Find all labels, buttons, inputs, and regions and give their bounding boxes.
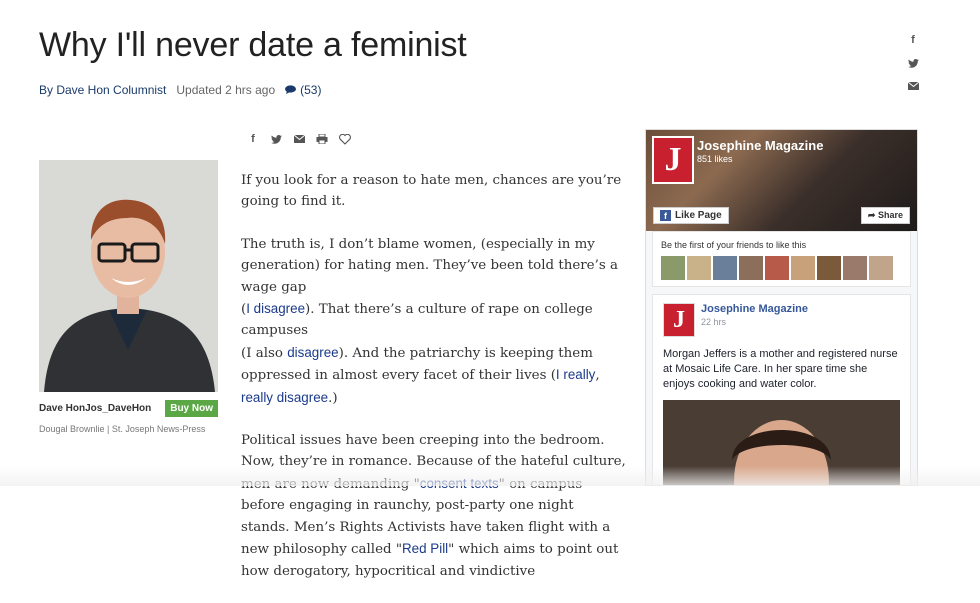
photo-caption: Dave HonJos_DaveHon Buy Now <box>39 400 218 417</box>
buy-now-button[interactable]: Buy Now <box>165 400 218 417</box>
avatar[interactable] <box>869 256 893 280</box>
avatar[interactable] <box>713 256 737 280</box>
author-link[interactable]: By Dave Hon Columnist <box>39 83 166 97</box>
fb-post: J Josephine Magazine 22 hrs Morgan Jeffe… <box>652 294 911 485</box>
magazine-logo[interactable]: J <box>652 136 694 184</box>
facebook-icon[interactable]: f <box>906 34 920 46</box>
fb-cover-image: J Josephine Magazine 851 likes f Like Pa… <box>646 130 917 231</box>
friend-avatars <box>661 256 902 280</box>
bottom-fade <box>0 466 980 486</box>
twitter-icon[interactable] <box>269 133 283 145</box>
fb-page-name[interactable]: Josephine Magazine <box>697 138 823 153</box>
comments-link[interactable]: (53) <box>285 83 321 97</box>
caption-name: Dave HonJos_DaveHon <box>39 403 152 414</box>
inline-share-bar: f <box>246 133 352 145</box>
avatar[interactable] <box>765 256 789 280</box>
updated-time: Updated 2 hrs ago <box>176 83 276 97</box>
avatar[interactable] <box>661 256 685 280</box>
heart-icon[interactable] <box>338 133 352 145</box>
avatar[interactable] <box>687 256 711 280</box>
post-logo[interactable]: J <box>663 303 695 337</box>
print-icon[interactable] <box>315 133 329 145</box>
email-icon[interactable] <box>906 80 920 92</box>
link-disagree[interactable]: disagree <box>287 345 338 360</box>
paragraph-3: Political issues have been creeping into… <box>241 433 626 579</box>
link-i-really[interactable]: I really <box>556 367 595 382</box>
link-i-disagree[interactable]: I disagree <box>246 301 305 316</box>
fb-friends-box: Be the first of your friends to like thi… <box>652 231 911 287</box>
comment-icon <box>285 83 297 97</box>
photo-credit: Dougal Brownlie | St. Joseph News-Press <box>39 424 206 434</box>
link-really-disagree[interactable]: really disagree <box>241 390 328 405</box>
byline: By Dave Hon Columnist Updated 2 hrs ago … <box>39 83 321 97</box>
fb-like-count: 851 likes <box>697 154 733 164</box>
post-author[interactable]: Josephine Magazine <box>701 303 808 315</box>
article-title: Why I'll never date a feminist <box>39 26 467 64</box>
side-share-bar: f <box>906 34 920 92</box>
avatar[interactable] <box>791 256 815 280</box>
post-text: Morgan Jeffers is a mother and registere… <box>663 348 898 390</box>
paragraph-1: If you look for a reason to hate men, ch… <box>241 173 622 210</box>
author-photo <box>39 160 218 392</box>
twitter-icon[interactable] <box>906 57 920 69</box>
paragraph-2: The truth is, I don’t blame women, (espe… <box>241 236 618 406</box>
comment-count: (53) <box>300 83 322 97</box>
facebook-icon[interactable]: f <box>246 133 260 145</box>
share-button[interactable]: ➦ Share <box>860 207 910 224</box>
like-page-button[interactable]: f Like Page <box>653 207 729 224</box>
friends-text: Be the first of your friends to like thi… <box>661 240 807 250</box>
post-time[interactable]: 22 hrs <box>701 317 808 327</box>
avatar[interactable] <box>817 256 841 280</box>
avatar[interactable] <box>843 256 867 280</box>
share-arrow-icon: ➦ <box>867 210 876 220</box>
facebook-icon: f <box>660 210 671 221</box>
article-body: If you look for a reason to hate men, ch… <box>241 170 626 603</box>
facebook-widget: J Josephine Magazine 851 likes f Like Pa… <box>645 129 918 486</box>
email-icon[interactable] <box>292 133 306 145</box>
link-red-pill[interactable]: Red Pill <box>402 541 448 556</box>
avatar[interactable] <box>739 256 763 280</box>
